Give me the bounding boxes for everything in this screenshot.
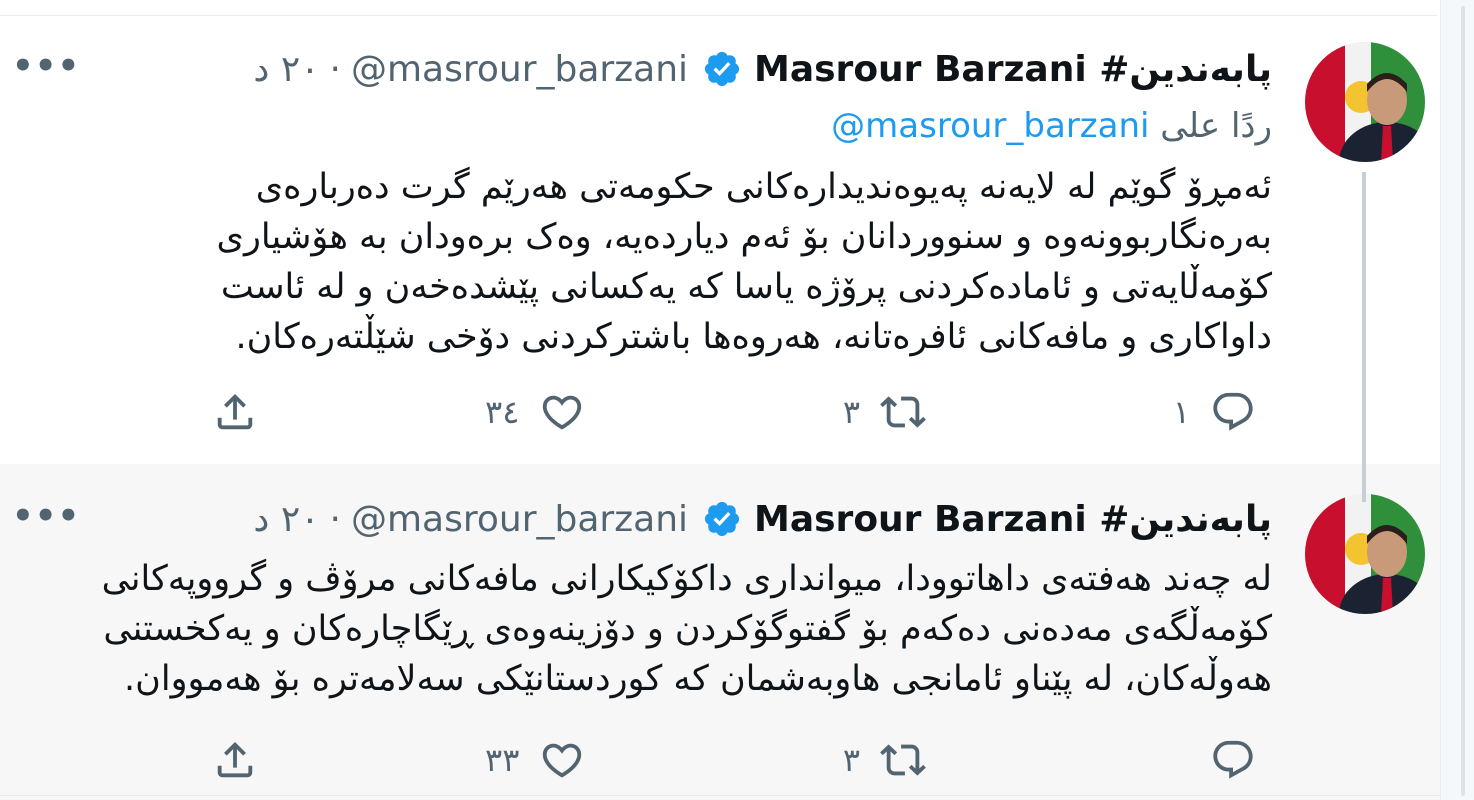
retweet-count: ٣: [842, 741, 860, 779]
share-button[interactable]: [212, 730, 258, 790]
share-icon: [217, 393, 253, 430]
retweet-icon: [880, 396, 926, 428]
like-count: ٣٣: [485, 741, 520, 779]
separator-dot: ·: [329, 48, 341, 90]
bottom-divider: [0, 795, 1440, 796]
reply-button[interactable]: [1170, 730, 1256, 790]
author-handle[interactable]: @masrour_barzani: [351, 499, 688, 540]
like-icon: [543, 743, 582, 778]
author-handle[interactable]: @masrour_barzani: [351, 49, 688, 90]
thread-connector-line: [1362, 172, 1366, 502]
tweet-article[interactable]: ••• ٢٠ د · @masrour_barzani Masrour Barz…: [0, 16, 1440, 502]
tweet-time[interactable]: ٢٠ د: [253, 49, 319, 90]
separator-dot: ·: [329, 498, 341, 540]
like-button[interactable]: ٣٣: [485, 730, 585, 790]
tweet-text: ئەمڕۆ گوێم لە لایەنە پەیوەندیدارەکانی حک…: [216, 167, 1272, 357]
share-button[interactable]: [212, 382, 258, 442]
reply-count: ١: [1172, 393, 1190, 431]
verified-badge-icon: [704, 51, 740, 87]
retweet-button[interactable]: ٣: [840, 382, 926, 442]
retweet-count: ٣: [842, 393, 860, 431]
verified-badge-icon: [704, 501, 740, 537]
reply-icon: [1213, 392, 1253, 431]
author-name[interactable]: Masrour Barzani #پابەندین: [754, 49, 1272, 90]
retweet-icon: [880, 744, 926, 776]
reply-icon: [1213, 740, 1253, 779]
tweet-text: لە چەند هەفتەی داهاتوودا، میوانداری داکۆ…: [101, 559, 1272, 699]
scrollbar-thumb[interactable]: [1461, 6, 1465, 796]
like-count: ٣٤: [485, 393, 520, 431]
like-button[interactable]: ٣٤: [485, 382, 585, 442]
tweet-header: ٢٠ د · @masrour_barzani Masrour Barzani …: [253, 44, 1272, 94]
retweet-button[interactable]: ٣: [840, 730, 926, 790]
more-options-icon[interactable]: •••: [12, 496, 80, 536]
replying-to-handle[interactable]: @masrour_barzani: [831, 106, 1149, 146]
reply-button[interactable]: ١: [1170, 382, 1256, 442]
avatar[interactable]: [1305, 42, 1425, 162]
replying-to-label: ردًا على: [1160, 106, 1272, 146]
tweet-header: ٢٠ د · @masrour_barzani Masrour Barzani …: [253, 494, 1272, 544]
share-icon: [217, 741, 253, 778]
tweet-article[interactable]: ••• ٢٠ د · @masrour_barzani Masrour Barz…: [0, 464, 1440, 800]
scrollbar-track[interactable]: [1440, 0, 1474, 800]
tweet-actions: ٣٣ ٣: [200, 730, 1300, 790]
tweet-actions: ٣٤ ٣ ١: [200, 382, 1300, 442]
avatar[interactable]: [1305, 494, 1425, 614]
more-options-icon[interactable]: •••: [12, 46, 80, 86]
replying-to: ردًا على @masrour_barzani: [831, 106, 1272, 146]
tweet-time[interactable]: ٢٠ د: [253, 499, 319, 540]
author-name[interactable]: Masrour Barzani #پابەندین: [754, 499, 1272, 540]
like-icon: [543, 395, 582, 430]
